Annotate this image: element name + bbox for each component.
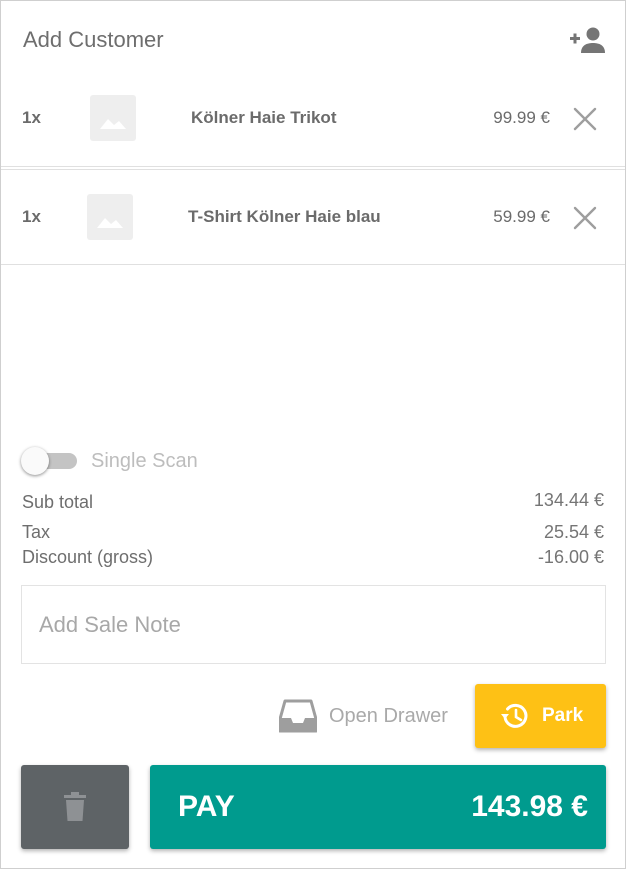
discount-value: -16.00 €: [537, 547, 604, 567]
subtotal-value: 134.44 €: [533, 490, 604, 510]
park-label: Park: [542, 705, 584, 726]
delete-sale-button[interactable]: [21, 765, 129, 849]
discount-label: Discount (gross): [22, 547, 154, 567]
item-price: 99.99 €: [493, 108, 550, 127]
pay-label: PAY: [178, 790, 235, 823]
pay-total: 143.98 €: [471, 790, 588, 823]
item-quantity: 1x: [22, 108, 41, 127]
pay-button[interactable]: PAY 143.98 €: [150, 765, 606, 849]
image-placeholder-icon: [87, 194, 133, 240]
toggle-knob: [21, 447, 49, 475]
park-button[interactable]: Park: [475, 684, 606, 748]
cart-item[interactable]: 1x Kölner Haie Trikot 99.99 €: [1, 71, 625, 167]
item-quantity: 1x: [22, 207, 41, 226]
single-scan-label: Single Scan: [91, 450, 198, 472]
customer-bar: Add Customer: [1, 1, 625, 79]
item-name: T-Shirt Kölner Haie blau: [188, 207, 381, 226]
tax-value: 25.54 €: [543, 522, 604, 542]
trash-icon: [64, 792, 86, 821]
history-icon: [501, 703, 528, 728]
close-icon[interactable]: [571, 105, 599, 133]
single-scan-toggle[interactable]: [21, 447, 79, 475]
cart-item[interactable]: 1x T-Shirt Kölner Haie blau 59.99 €: [1, 169, 625, 265]
sale-panel: Add Customer 1x Kölner Haie Trikot 99.99…: [0, 0, 626, 869]
open-drawer-label: Open Drawer: [329, 705, 448, 727]
sale-note-field[interactable]: Add Sale Note: [21, 585, 606, 664]
item-name: Kölner Haie Trikot: [191, 108, 337, 127]
open-drawer-button[interactable]: Open Drawer: [279, 697, 455, 735]
tax-label: Tax: [22, 522, 51, 542]
add-person-icon[interactable]: [569, 25, 605, 55]
close-icon[interactable]: [571, 204, 599, 232]
add-customer-label[interactable]: Add Customer: [23, 27, 164, 53]
image-placeholder-icon: [90, 95, 136, 141]
subtotal-label: Sub total: [22, 492, 94, 512]
item-price: 59.99 €: [493, 207, 550, 226]
inbox-tray-icon: [279, 699, 317, 733]
sale-note-placeholder: Add Sale Note: [39, 612, 181, 637]
